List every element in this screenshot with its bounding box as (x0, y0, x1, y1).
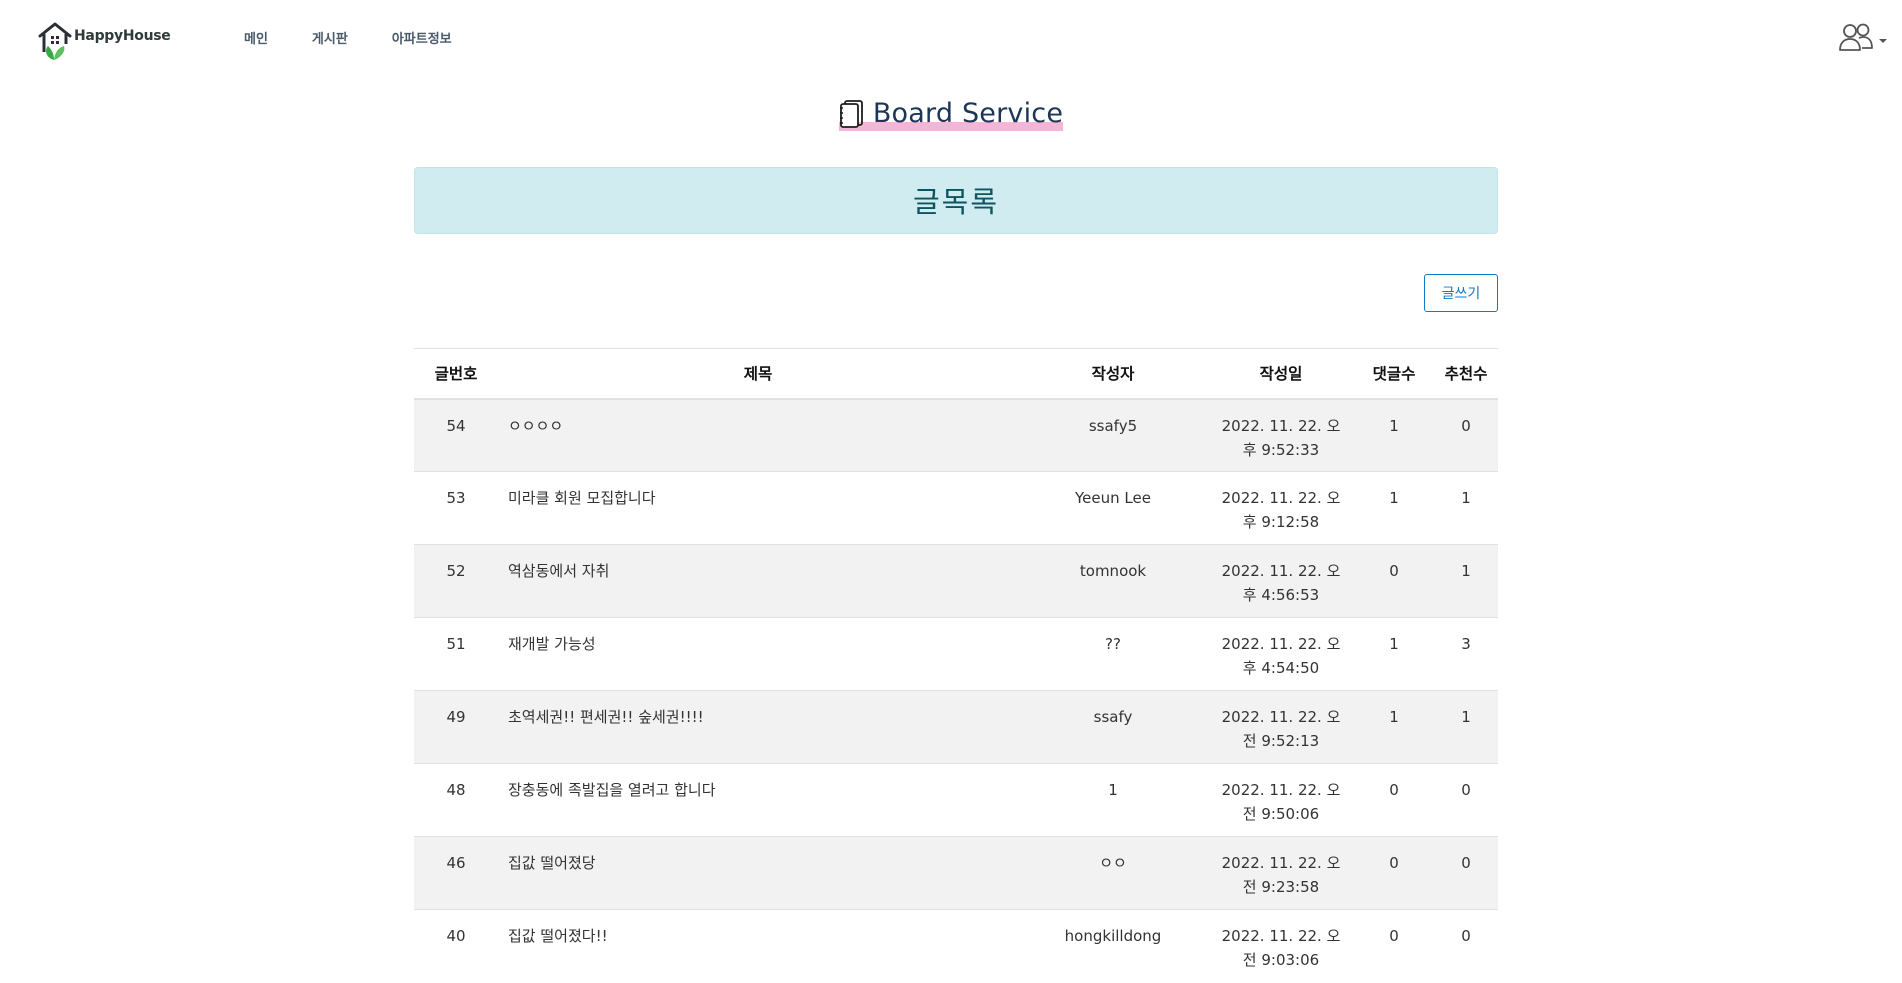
post-title[interactable]: 집값 떨어졌다!! (498, 909, 1018, 983)
post-comment-count: 1 (1354, 471, 1434, 545)
post-like-count: 0 (1434, 909, 1498, 983)
post-date-line2: 후 4:54:50 (1242, 659, 1320, 677)
post-date: 2022. 11. 22. 오전 9:03:06 (1208, 909, 1354, 983)
post-number: 52 (414, 544, 498, 618)
user-menu-toggle[interactable] (1838, 22, 1888, 54)
column-header-author: 작성자 (1018, 348, 1208, 400)
post-like-count: 1 (1434, 544, 1498, 618)
post-number: 48 (414, 763, 498, 837)
table-row[interactable]: 54 ㅇㅇㅇㅇ ssafy5 2022. 11. 22. 오후 9:52:33 … (414, 398, 1498, 472)
nav-link-board[interactable]: 게시판 (312, 28, 348, 47)
house-leaf-icon (38, 22, 72, 60)
post-date: 2022. 11. 22. 오후 4:54:50 (1208, 617, 1354, 691)
post-author: Yeeun Lee (1018, 471, 1208, 545)
post-date-line1: 2022. 11. 22. 오 (1221, 927, 1341, 945)
post-number: 46 (414, 836, 498, 910)
table-row[interactable]: 48 장충동에 족발집을 열려고 합니다 1 2022. 11. 22. 오전 … (414, 763, 1498, 837)
table-row[interactable]: 51 재개발 가능성 ?? 2022. 11. 22. 오후 4:54:50 1… (414, 617, 1498, 691)
post-date: 2022. 11. 22. 오후 4:56:53 (1208, 544, 1354, 618)
column-header-comments: 댓글수 (1354, 348, 1434, 400)
post-number: 49 (414, 690, 498, 764)
post-comment-count: 1 (1354, 617, 1434, 691)
post-title[interactable]: 미라클 회원 모집합니다 (498, 471, 1018, 545)
table-row[interactable]: 40 집값 떨어졌다!! hongkilldong 2022. 11. 22. … (414, 909, 1498, 983)
post-author: ssafy (1018, 690, 1208, 764)
post-comment-count: 1 (1354, 398, 1434, 472)
column-header-likes: 추천수 (1434, 348, 1498, 400)
post-like-count: 3 (1434, 617, 1498, 691)
top-navbar: HappyHouse 메인 게시판 아파트정보 (0, 0, 1902, 76)
post-date: 2022. 11. 22. 오후 9:52:33 (1208, 398, 1354, 472)
post-date-line2: 전 9:03:06 (1242, 951, 1320, 969)
post-date-line1: 2022. 11. 22. 오 (1221, 635, 1341, 653)
post-date: 2022. 11. 22. 오전 9:23:58 (1208, 836, 1354, 910)
table-row[interactable]: 49 초역세권!! 편세권!! 숲세권!!!! ssafy 2022. 11. … (414, 690, 1498, 764)
page-title: Board Service (872, 98, 1064, 129)
post-author: 1 (1018, 763, 1208, 837)
post-like-count: 0 (1434, 836, 1498, 910)
post-date-line2: 후 9:12:58 (1242, 513, 1320, 531)
post-date: 2022. 11. 22. 오전 9:52:13 (1208, 690, 1354, 764)
table-row[interactable]: 46 집값 떨어졌당 ㅇㅇ 2022. 11. 22. 오전 9:23:58 0… (414, 836, 1498, 910)
table-header: 글번호 제목 작성자 작성일 댓글수 추천수 (414, 348, 1498, 400)
post-date-line1: 2022. 11. 22. 오 (1221, 562, 1341, 580)
brand-link[interactable]: HappyHouse (38, 22, 171, 62)
post-number: 54 (414, 398, 498, 472)
nav-link-apartment-info[interactable]: 아파트정보 (392, 28, 452, 47)
notebook-icon (839, 99, 863, 128)
post-like-count: 1 (1434, 690, 1498, 764)
page-header: Board Service (0, 98, 1902, 133)
table-row[interactable]: 52 역삼동에서 자취 tomnook 2022. 11. 22. 오후 4:5… (414, 544, 1498, 618)
post-title[interactable]: 장충동에 족발집을 열려고 합니다 (498, 763, 1018, 837)
post-date-line2: 전 9:50:06 (1242, 805, 1320, 823)
post-date-line2: 전 9:23:58 (1242, 878, 1320, 896)
post-date-line2: 후 9:52:33 (1242, 440, 1320, 459)
post-date-line1: 2022. 11. 22. 오 (1221, 854, 1341, 872)
post-author: tomnook (1018, 544, 1208, 618)
post-like-count: 0 (1434, 398, 1498, 472)
post-author: ssafy5 (1018, 398, 1208, 472)
post-number: 53 (414, 471, 498, 545)
post-title[interactable]: ㅇㅇㅇㅇ (498, 398, 1018, 472)
post-date-line1: 2022. 11. 22. 오 (1221, 708, 1341, 726)
column-header-no: 글번호 (414, 348, 498, 400)
post-title[interactable]: 초역세권!! 편세권!! 숲세권!!!! (498, 690, 1018, 764)
post-date-line1: 2022. 11. 22. 오 (1221, 416, 1341, 435)
post-comment-count: 0 (1354, 544, 1434, 618)
post-title[interactable]: 재개발 가능성 (498, 617, 1018, 691)
write-post-button[interactable]: 글쓰기 (1424, 274, 1498, 312)
post-title[interactable]: 집값 떨어졌당 (498, 836, 1018, 910)
table-row[interactable]: 53 미라클 회원 모집합니다 Yeeun Lee 2022. 11. 22. … (414, 471, 1498, 545)
list-banner: 글목록 (414, 167, 1498, 234)
column-header-title: 제목 (498, 348, 1018, 400)
post-author: ㅇㅇ (1018, 836, 1208, 910)
post-author: ?? (1018, 617, 1208, 691)
post-date: 2022. 11. 22. 오전 9:50:06 (1208, 763, 1354, 837)
post-date: 2022. 11. 22. 오후 9:12:58 (1208, 471, 1354, 545)
nav-link-main[interactable]: 메인 (244, 28, 268, 47)
post-like-count: 0 (1434, 763, 1498, 837)
post-comment-count: 0 (1354, 763, 1434, 837)
table-body: 54 ㅇㅇㅇㅇ ssafy5 2022. 11. 22. 오후 9:52:33 … (414, 398, 1498, 983)
post-date-line1: 2022. 11. 22. 오 (1221, 781, 1341, 799)
column-header-date: 작성일 (1208, 348, 1354, 400)
post-number: 51 (414, 617, 498, 691)
main-nav: 메인 게시판 아파트정보 (244, 28, 496, 47)
post-number: 40 (414, 909, 498, 983)
page-title-group: Board Service (838, 98, 1064, 131)
post-date-line2: 후 4:56:53 (1242, 586, 1320, 604)
post-date-line1: 2022. 11. 22. 오 (1221, 489, 1341, 507)
post-like-count: 1 (1434, 471, 1498, 545)
caret-down-icon (1879, 39, 1887, 43)
post-author: hongkilldong (1018, 909, 1208, 983)
post-date-line2: 전 9:52:13 (1242, 732, 1320, 750)
post-title[interactable]: 역삼동에서 자취 (498, 544, 1018, 618)
list-banner-text: 글목록 (912, 184, 1000, 219)
post-comment-count: 1 (1354, 690, 1434, 764)
post-comment-count: 0 (1354, 836, 1434, 910)
post-comment-count: 0 (1354, 909, 1434, 983)
board-table: 글번호 제목 작성자 작성일 댓글수 추천수 54 ㅇㅇㅇㅇ ssafy5 20… (414, 348, 1498, 983)
users-icon (1839, 23, 1873, 51)
brand-name: HappyHouse (74, 28, 171, 44)
